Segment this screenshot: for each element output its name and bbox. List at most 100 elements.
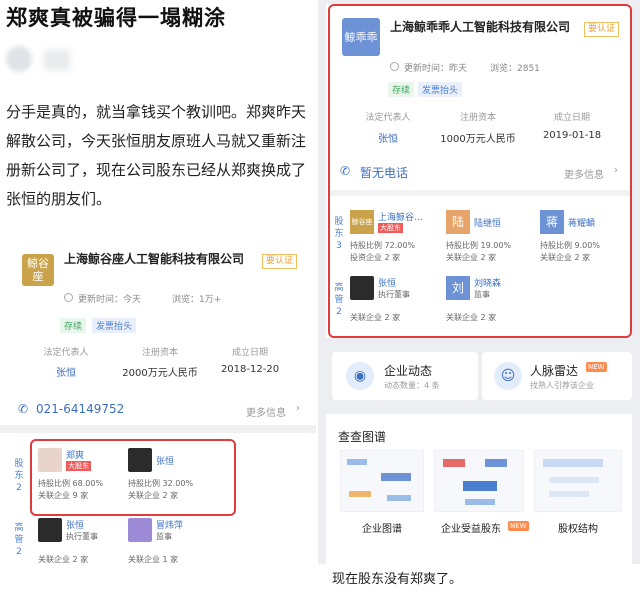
related-count: 关联企业 2 家	[128, 491, 179, 500]
executive-card[interactable]: 冒炜萍 监事 关联企业 1 家	[128, 518, 228, 574]
invoice-tag[interactable]: 发票抬头	[418, 82, 463, 97]
major-shareholder-tag: 大股东	[378, 223, 403, 233]
avatar	[128, 448, 152, 472]
shareholder-card[interactable]: 陆 陆继恒 持股比例 19.00% 关联企业 2 家	[446, 210, 538, 266]
avatar	[128, 518, 152, 542]
shareholder-card[interactable]: 郑爽 大股东 持股比例 68.00% 关联企业 9 家	[38, 448, 128, 508]
updated-time: 更新时间：昨天	[404, 64, 468, 74]
shareholder-name[interactable]: 张恒	[156, 454, 174, 467]
executive-card[interactable]: 张恒 执行董事 关联企业 2 家	[38, 518, 128, 574]
avatar: 蒋	[540, 210, 564, 234]
view-count: 浏览：1万+	[172, 295, 222, 305]
updated-time: 更新时间：今天	[78, 295, 142, 305]
caption-text: 现在股东没有郑爽了。	[332, 572, 463, 587]
shareholder-card[interactable]: 张恒 持股比例 32.00% 关联企业 2 家	[128, 448, 228, 508]
legal-rep-value[interactable]: 张恒	[348, 130, 428, 145]
company-name[interactable]: 上海鲸乖乖人工智能科技有限公司	[390, 20, 586, 35]
executives-side-label: 高管 2	[334, 283, 344, 317]
view-count: 浏览：2851	[490, 64, 540, 74]
phone-icon: ✆	[18, 402, 29, 416]
phone-number[interactable]: 暂无电话	[360, 164, 408, 181]
company-name[interactable]: 上海鲸谷座人工智能科技有限公司	[64, 252, 254, 267]
legal-rep-label: 法定代表人	[43, 348, 89, 358]
verify-badge[interactable]: 要认证	[584, 22, 620, 37]
person-icon: ☺	[494, 362, 522, 390]
clock-icon	[64, 293, 73, 302]
shareholders-side-label: 股东 3	[334, 217, 344, 251]
executive-card[interactable]: 刘 刘晓森 监事 关联企业 2 家	[446, 276, 538, 328]
status-tag: 存续	[388, 82, 415, 97]
share-ratio: 持股比例 32.00%	[128, 479, 194, 488]
graph-section-title: 查查图谱	[338, 430, 387, 444]
executive-role: 监事	[156, 532, 172, 541]
executive-card[interactable]: 张恒 执行董事 关联企业 2 家	[350, 276, 442, 328]
executive-name[interactable]: 张恒	[66, 518, 84, 531]
shareholder-name[interactable]: 陆继恒	[474, 216, 501, 229]
legal-rep-label: 法定代表人	[365, 113, 411, 123]
share-ratio: 持股比例 9.00%	[540, 241, 600, 250]
new-badge: NEW	[586, 362, 607, 372]
executive-name[interactable]: 张恒	[378, 276, 396, 289]
divider	[0, 425, 316, 433]
executive-role: 执行董事	[378, 290, 410, 299]
broadcast-icon: ◉	[346, 362, 374, 390]
capital-label: 注册资本	[141, 348, 178, 358]
beneficiary-graph-thumb[interactable]	[434, 450, 524, 512]
article-paragraph: 分手是真的，就当拿钱买个教训吧。郑爽昨天解散公司，今天张恒朋友原班人马就又重新注…	[6, 103, 307, 208]
shareholder-name[interactable]: 上海鲸谷...	[378, 210, 423, 223]
related-count: 关联企业 2 家	[446, 313, 497, 322]
feature-sub: 找熟人引荐该企业	[530, 381, 594, 390]
related-count: 关联企业 2 家	[38, 555, 89, 564]
blurred-avatar	[6, 46, 32, 72]
equity-structure-thumb[interactable]	[534, 450, 622, 512]
clock-icon	[390, 62, 399, 71]
left-article-panel: 郑爽真被骗得一塌糊涂 分手是真的，就当拿钱买个教训吧。郑爽昨天解散公司，今天张恒…	[0, 0, 316, 593]
right-app-screenshot: 鲸乖乖 上海鲸乖乖人工智能科技有限公司 要认证 更新时间：昨天 浏览：2851 …	[318, 0, 640, 593]
shareholder-name[interactable]: 郑爽	[66, 448, 84, 461]
shareholder-name[interactable]: 蒋耀頔	[568, 216, 595, 229]
avatar: 陆	[446, 210, 470, 234]
related-count: 关联企业 1 家	[128, 555, 179, 564]
feature-network-radar[interactable]: ☺ 人脉雷达 NEW 找熟人引荐该企业	[482, 352, 632, 400]
avatar: 刘	[446, 276, 470, 300]
shareholder-card[interactable]: 蒋 蒋耀頔 持股比例 9.00% 关联企业 2 家	[540, 210, 628, 266]
chevron-right-icon: ›	[614, 165, 618, 176]
major-shareholder-tag: 大股东	[66, 461, 91, 471]
capital-label: 注册资本	[459, 113, 496, 123]
shareholder-card[interactable]: 鲸谷座 上海鲸谷... 大股东 持股比例 72.00% 投资企业 2 家	[350, 210, 442, 266]
executive-role: 执行董事	[66, 532, 98, 541]
avatar	[38, 448, 62, 472]
graph-label[interactable]: 企业图谱	[340, 520, 424, 535]
new-badge: NEW	[508, 521, 529, 531]
share-ratio: 持股比例 72.00%	[350, 241, 416, 250]
graph-label[interactable]: 股权结构	[534, 520, 622, 535]
avatar	[38, 518, 62, 542]
share-ratio: 持股比例 19.00%	[446, 241, 512, 250]
capital-value: 2000万元人民币	[122, 368, 198, 379]
company-graph-thumb[interactable]	[340, 450, 424, 512]
found-date-value: 2019-01-18	[542, 130, 602, 141]
feature-sub: 动态数量：4 条	[384, 381, 440, 390]
more-info-link[interactable]: 更多信息	[246, 404, 286, 419]
article-headline: 郑爽真被骗得一塌糊涂	[6, 6, 226, 30]
found-date-label: 成立日期	[231, 348, 268, 358]
legal-rep-value[interactable]: 张恒	[26, 364, 106, 379]
graph-label[interactable]: 企业受益股东	[434, 520, 508, 535]
executive-name[interactable]: 冒炜萍	[156, 518, 183, 531]
company-logo: 鲸乖乖	[342, 18, 380, 56]
capital-value: 1000万元人民币	[440, 134, 516, 145]
executives-side-label: 高管 2	[14, 523, 24, 557]
related-count: 关联企业 2 家	[540, 253, 591, 262]
avatar	[350, 276, 374, 300]
verify-badge[interactable]: 要认证	[262, 254, 298, 269]
more-info-link[interactable]: 更多信息	[564, 166, 604, 181]
feature-title: 人脉雷达	[530, 364, 579, 378]
related-count: 关联企业 2 家	[446, 253, 497, 262]
related-count: 关联企业 2 家	[350, 313, 401, 322]
shareholders-side-label: 股东 2	[14, 459, 24, 493]
invoice-tag[interactable]: 发票抬头	[92, 318, 137, 333]
phone-number[interactable]: 021-64149752	[36, 402, 124, 416]
executive-name[interactable]: 刘晓森	[474, 276, 501, 289]
feature-company-news[interactable]: ◉ 企业动态 动态数量：4 条	[332, 352, 478, 400]
divider	[330, 190, 630, 196]
